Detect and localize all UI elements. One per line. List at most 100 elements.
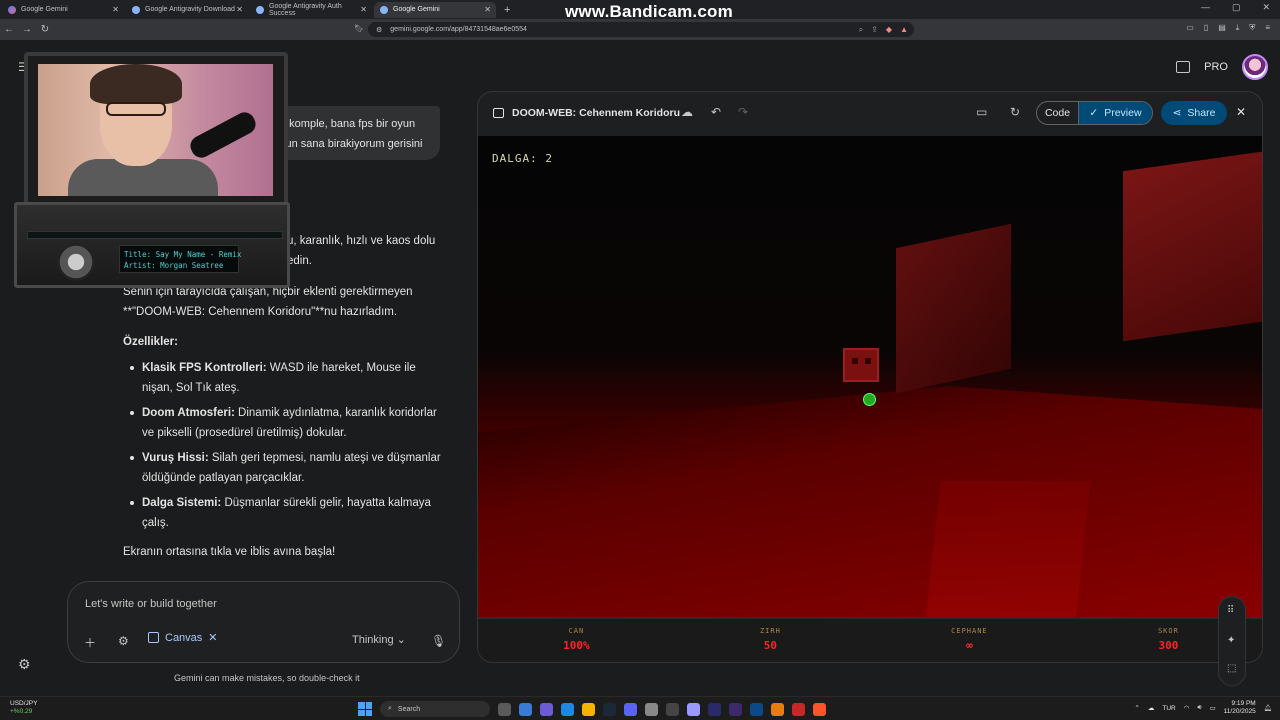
steam-icon[interactable] bbox=[603, 702, 616, 716]
close-icon[interactable]: ✕ bbox=[112, 5, 119, 14]
after-effects-icon[interactable] bbox=[729, 702, 742, 716]
notifications-icon[interactable]: 🔔︎ bbox=[1264, 704, 1272, 712]
feature-title: Doom Atmosferi: bbox=[142, 407, 235, 419]
share-page-icon[interactable]: ⇪ bbox=[871, 25, 878, 35]
brave-shield-icon[interactable]: ◆ bbox=[886, 25, 892, 35]
console-icon[interactable]: ▭ bbox=[976, 105, 987, 119]
browser-tab-active[interactable]: Google Gemini ✕ bbox=[374, 1, 496, 18]
photoshop-icon[interactable] bbox=[750, 702, 763, 716]
close-icon[interactable]: ✕ bbox=[236, 5, 243, 14]
app-icon[interactable] bbox=[645, 702, 658, 716]
rewards-icon[interactable]: ▲ bbox=[900, 25, 908, 35]
forward-icon[interactable]: → bbox=[18, 24, 36, 35]
plan-badge: PRO bbox=[1204, 61, 1228, 73]
clock[interactable]: 9:19 PM 11/20/2025 bbox=[1224, 700, 1256, 716]
taskbar-search[interactable]: ⌕ Search bbox=[380, 701, 490, 717]
discord-icon[interactable] bbox=[624, 702, 637, 716]
top-right-controls: PRO bbox=[1176, 54, 1268, 80]
file-explorer-icon[interactable] bbox=[582, 702, 595, 716]
browser-tab[interactable]: Google Antigravity Auth Success ✕ bbox=[250, 2, 372, 18]
select-area-icon[interactable]: ⬚ bbox=[1227, 663, 1236, 674]
media-encoder-icon[interactable] bbox=[708, 702, 721, 716]
menu-icon[interactable]: ≡ bbox=[1265, 23, 1270, 33]
battery-icon[interactable]: ▭ bbox=[1210, 704, 1216, 712]
print-icon[interactable] bbox=[1176, 61, 1191, 73]
canvas-chip[interactable]: Canvas ✕ bbox=[148, 631, 218, 644]
redo-icon[interactable]: ↷ bbox=[738, 105, 748, 119]
new-tab-button[interactable]: + bbox=[504, 4, 510, 16]
lang-indicator[interactable]: TUR bbox=[1162, 705, 1175, 712]
tools-icon[interactable]: ⚙ bbox=[118, 634, 129, 648]
close-icon[interactable]: ✕ bbox=[360, 5, 367, 14]
bookmark-icon[interactable]: 🔖︎ bbox=[354, 24, 364, 33]
zoom-icon[interactable]: ⌕ bbox=[859, 25, 863, 35]
sparkle-edit-icon[interactable]: ✦ bbox=[1227, 635, 1235, 646]
crosshair bbox=[863, 393, 876, 406]
drag-handle-icon[interactable]: ⠿ bbox=[1227, 605, 1234, 616]
avatar[interactable] bbox=[1242, 54, 1268, 80]
browser-tab[interactable]: Google Gemini ✕ bbox=[2, 2, 124, 18]
brave-icon[interactable] bbox=[813, 702, 826, 716]
minimize-icon[interactable]: — bbox=[1201, 2, 1210, 13]
edge-icon[interactable] bbox=[561, 702, 574, 716]
user-message-line: u komple, bana fps bir oyun bbox=[280, 118, 416, 130]
close-window-icon[interactable]: ✕ bbox=[1262, 2, 1270, 13]
cloud-save-icon[interactable]: ☁ bbox=[681, 105, 693, 119]
canvas-label: Canvas bbox=[165, 631, 203, 644]
copilot-icon[interactable] bbox=[519, 702, 532, 716]
bandicam-icon[interactable] bbox=[792, 702, 805, 716]
preview-tab[interactable]: ✓ Preview bbox=[1079, 102, 1152, 124]
close-canvas-icon[interactable]: ✕ bbox=[1236, 105, 1246, 119]
add-icon[interactable]: ＋ bbox=[84, 634, 96, 651]
microphone-icon[interactable]: 🎙︎ bbox=[431, 634, 446, 648]
settings-gear-icon[interactable]: ⚙ bbox=[18, 656, 31, 673]
prompt-input[interactable]: Let's write or build together bbox=[85, 598, 217, 610]
game-viewport[interactable]: DALGA: 2 bbox=[478, 136, 1262, 617]
back-icon[interactable]: ← bbox=[0, 24, 18, 35]
list-item: Dalga Sistemi: Düşmanlar sürekli gelir, … bbox=[130, 493, 450, 533]
download-icon[interactable]: ⤓ bbox=[1236, 23, 1240, 33]
sidebar-toggle-icon[interactable]: ▭ bbox=[1186, 23, 1194, 33]
windows-start-icon[interactable] bbox=[358, 702, 372, 716]
canvas-header: DOOM-WEB: Cehennem Koridoru ☁ ↶ ↷ ▭ ↻ Co… bbox=[478, 92, 1262, 136]
premiere-icon[interactable] bbox=[687, 702, 700, 716]
gemini-favicon-icon bbox=[8, 5, 16, 14]
feature-desc: öldüğünde patlayan parçacıklar. bbox=[142, 472, 305, 484]
vpn-shield-icon[interactable]: ⛨ bbox=[1249, 23, 1255, 33]
volume-icon[interactable]: 🔊︎ bbox=[1197, 704, 1201, 712]
close-icon[interactable]: ✕ bbox=[208, 631, 217, 644]
stock-ticker[interactable]: USD/JPY +%0.29 bbox=[10, 700, 37, 716]
hud-label: CAN bbox=[568, 627, 585, 635]
reader-icon[interactable]: ▤ bbox=[1218, 23, 1226, 33]
mode-selector[interactable]: Thinking ⌄ bbox=[352, 633, 406, 646]
close-icon[interactable]: ✕ bbox=[484, 5, 491, 14]
ticker-change: +%0.29 bbox=[10, 708, 33, 715]
microphone-prop bbox=[186, 108, 260, 162]
floating-toolbar: ⠿ ✦ ⬚ bbox=[1218, 596, 1246, 686]
prompt-composer[interactable]: Let's write or build together ＋ ⚙ Canvas… bbox=[67, 581, 460, 663]
wifi-icon[interactable]: ◠ bbox=[1184, 704, 1190, 712]
share-button[interactable]: ⋖ Share bbox=[1161, 101, 1227, 125]
code-tab[interactable]: Code bbox=[1037, 102, 1079, 124]
ticker-name: USD/JPY bbox=[10, 700, 38, 707]
window-controls: — ▢ ✕ bbox=[1201, 2, 1270, 13]
browser-tab[interactable]: Google Antigravity Download ✕ bbox=[126, 2, 248, 18]
site-info-icon[interactable]: ⚙ bbox=[376, 26, 382, 34]
task-view-icon[interactable] bbox=[498, 702, 511, 716]
chevron-up-icon[interactable]: ⌃ bbox=[1134, 704, 1139, 712]
refresh-icon[interactable]: ↻ bbox=[1010, 105, 1020, 119]
split-view-icon[interactable]: ▯ bbox=[1204, 23, 1208, 33]
undo-icon[interactable]: ↶ bbox=[711, 105, 721, 119]
app-icon[interactable] bbox=[666, 702, 679, 716]
cloud-icon[interactable]: ☁ bbox=[1148, 704, 1155, 712]
equalizer-bar bbox=[27, 231, 283, 239]
list-item: Vuruş Hissi: Silah geri tepmesi, namlu a… bbox=[130, 448, 450, 488]
globe-favicon-icon bbox=[256, 5, 264, 14]
reload-icon[interactable]: ↻ bbox=[36, 24, 54, 35]
maximize-icon[interactable]: ▢ bbox=[1232, 2, 1241, 13]
response-paragraph: Senin için tarayıcıda çalışan, hiçbir ek… bbox=[123, 282, 453, 322]
bullet-icon bbox=[130, 411, 134, 415]
url-field[interactable]: ⚙ gemini.google.com/app/84731548ae6e0554… bbox=[368, 22, 914, 37]
teams-icon[interactable] bbox=[540, 702, 553, 716]
blender-icon[interactable] bbox=[771, 702, 784, 716]
